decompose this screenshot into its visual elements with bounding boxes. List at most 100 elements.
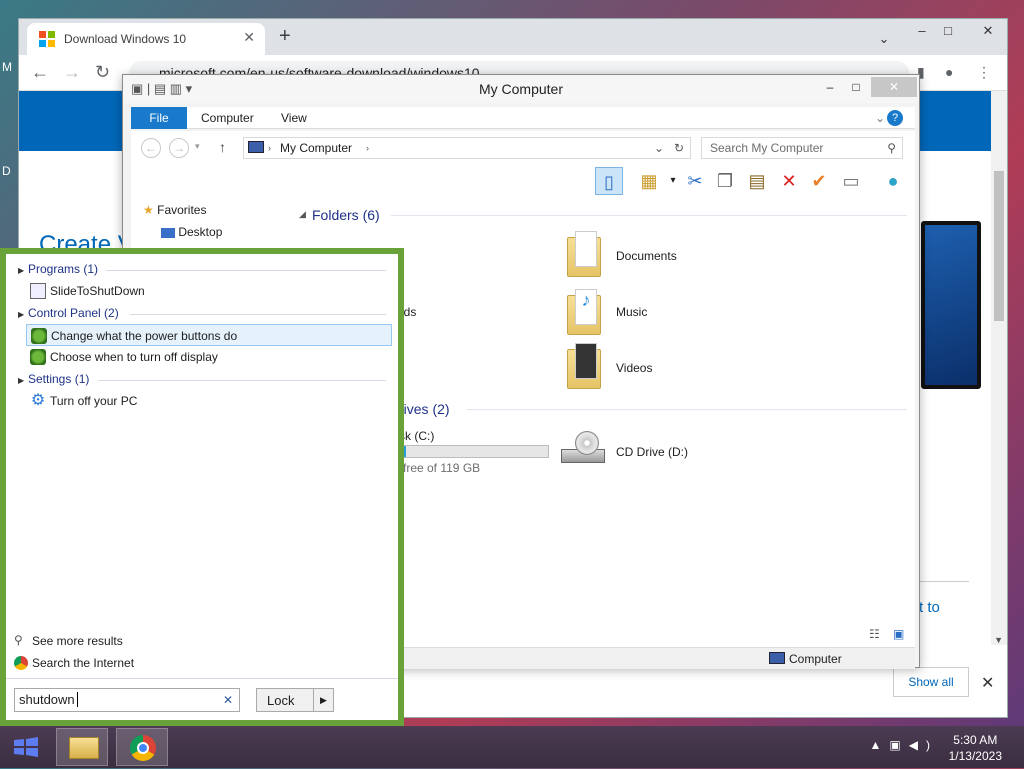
maximize-button[interactable]: □	[937, 19, 959, 43]
start-search-panel: ▶ Programs (1) SlideToShutDown ▶ Control P…	[0, 248, 404, 726]
result-power-buttons[interactable]: Change what the power buttons do	[26, 324, 392, 346]
paste-icon[interactable]: ▤	[743, 167, 771, 195]
divider	[919, 581, 969, 582]
forward-icon[interactable]: →	[63, 61, 81, 83]
tab-computer[interactable]: Computer	[189, 107, 266, 129]
result-turn-off-pc[interactable]: ⚙ Turn off your PC	[26, 390, 392, 412]
system-tray[interactable]: ▲▣◀)	[870, 738, 938, 752]
copy-icon[interactable]: ❐	[711, 167, 739, 195]
volume-icon[interactable]: ◀)	[909, 738, 938, 752]
expand-icon: ▶	[18, 266, 25, 275]
chevron-right-icon: ›	[366, 143, 369, 153]
result-label: Choose when to turn off display	[50, 350, 218, 364]
section-line	[467, 409, 907, 410]
group-control-panel-label: Control Panel (2)	[28, 306, 119, 320]
search-the-internet[interactable]: Search the Internet	[14, 656, 134, 670]
details-view-icon[interactable]: ☷	[869, 627, 880, 641]
refresh-icon[interactable]: ↻	[674, 138, 684, 158]
profile-icon[interactable]: ●	[945, 61, 953, 83]
back-icon[interactable]: ←	[31, 61, 49, 83]
panel-divider	[6, 678, 398, 679]
search-internet-label: Search the Internet	[32, 656, 135, 670]
cd-drive-icon	[561, 429, 605, 469]
scroll-down-icon[interactable]: ▼	[994, 635, 1003, 645]
folder-videos[interactable]: Videos	[616, 361, 652, 375]
see-more-label: See more results	[32, 634, 123, 648]
reload-icon[interactable]: ↻	[95, 61, 110, 83]
see-more-results[interactable]: ⚲ See more results	[14, 633, 123, 648]
tab-file[interactable]: File	[131, 107, 187, 129]
search-results-panel: ▶ Programs (1) SlideToShutDown ▶ Control P…	[6, 254, 398, 720]
close-download-bar-icon[interactable]: ✕	[981, 673, 994, 693]
lock-button[interactable]: Lock ▶	[256, 688, 334, 712]
folder-music[interactable]: Music	[616, 305, 647, 319]
up-icon[interactable]: ↑	[219, 139, 226, 155]
documents-folder-icon	[565, 231, 605, 277]
menu-icon[interactable]: ⋮	[977, 61, 991, 83]
group-programs-label: Programs (1)	[28, 262, 99, 276]
network-icon[interactable]: ▣	[889, 738, 908, 752]
music-folder-icon: ♪	[565, 289, 605, 335]
explorer-minimize-button[interactable]: –	[817, 77, 843, 97]
explorer-maximize-button[interactable]: □	[843, 77, 869, 97]
status-computer: Computer	[789, 652, 842, 666]
taskbar: ▲▣◀) 5:30 AM 1/13/2023	[0, 726, 1024, 768]
network-icon[interactable]: ●	[879, 167, 907, 195]
preview-pane-icon[interactable]: ▯	[595, 167, 623, 195]
search-placeholder: Search My Computer	[710, 141, 824, 155]
folders-header[interactable]: Folders (6)	[312, 207, 380, 223]
result-slidetoshutdown[interactable]: SlideToShutDown	[26, 280, 392, 302]
desktop-edge-text: D	[2, 164, 11, 178]
large-icons-view-icon[interactable]: ▣	[893, 627, 904, 641]
disk-c-label[interactable]: sk (C:)	[399, 429, 434, 443]
address-dropdown-icon[interactable]: ⌄	[654, 138, 664, 158]
clear-search-icon[interactable]: ✕	[223, 689, 233, 711]
taskbar-clock[interactable]: 5:30 AM 1/13/2023	[949, 732, 1002, 764]
group-settings[interactable]: ▶ Settings (1)	[18, 372, 89, 386]
tab-search-icon[interactable]: ⌄	[873, 27, 895, 51]
microsoft-logo-icon	[39, 31, 55, 47]
search-field[interactable]: Search My Computer ⚲	[701, 137, 903, 159]
close-window-button[interactable]: ✕	[977, 19, 999, 43]
minimize-button[interactable]: –	[911, 19, 933, 43]
result-turn-off-display[interactable]: Choose when to turn off display	[26, 346, 392, 368]
show-hidden-icons-icon[interactable]: ▲	[870, 738, 890, 752]
new-tab-button[interactable]: +	[279, 23, 291, 49]
group-programs[interactable]: ▶ Programs (1)	[18, 262, 98, 276]
help-icon[interactable]: ?	[887, 110, 903, 126]
desktop-edge-text: M	[2, 60, 12, 74]
drives-header[interactable]: rives (2)	[399, 401, 450, 417]
rename-icon[interactable]: ▭	[837, 167, 865, 195]
start-button[interactable]	[0, 728, 52, 766]
close-tab-icon[interactable]: ✕	[243, 29, 255, 46]
cut-icon[interactable]: ✂	[681, 167, 709, 195]
chrome-taskbar-button[interactable]	[116, 728, 168, 766]
page-scrollbar[interactable]	[991, 91, 1007, 645]
tab-view[interactable]: View	[269, 107, 319, 129]
nav-favorites[interactable]: ★ Favorites	[143, 199, 303, 221]
star-icon: ★	[143, 203, 154, 217]
explorer-close-button[interactable]: ✕	[871, 77, 917, 97]
start-search-input[interactable]: shutdown ✕	[14, 688, 240, 712]
collapse-folders-icon[interactable]: ◢	[299, 209, 306, 220]
show-all-button[interactable]: Show all	[893, 667, 969, 697]
address-path[interactable]: › My Computer › ⌄ ↻	[243, 137, 691, 159]
nav-desktop[interactable]: Desktop	[143, 221, 303, 243]
nav-desktop-label: Desktop	[178, 225, 223, 239]
group-control-panel[interactable]: ▶ Control Panel (2)	[18, 306, 119, 320]
recent-locations-icon[interactable]: ▾	[195, 141, 200, 152]
laptop-image	[921, 221, 981, 389]
folder-documents[interactable]: Documents	[616, 249, 677, 263]
browser-tab[interactable]: Download Windows 10 ✕	[27, 23, 265, 55]
delete-icon[interactable]: ✕	[775, 167, 803, 195]
page-link[interactable]: t to	[919, 599, 940, 616]
forward-button[interactable]: →	[169, 138, 189, 158]
file-explorer-taskbar-button[interactable]	[56, 728, 108, 766]
check-icon[interactable]: ✔	[805, 167, 833, 195]
power-options-icon	[31, 328, 47, 344]
result-label: Turn off your PC	[50, 394, 138, 408]
cd-drive-label[interactable]: CD Drive (D:)	[616, 445, 688, 459]
back-button[interactable]: ←	[141, 138, 161, 158]
folder-icon	[69, 737, 99, 759]
power-menu-arrow-icon[interactable]: ▶	[313, 689, 333, 711]
